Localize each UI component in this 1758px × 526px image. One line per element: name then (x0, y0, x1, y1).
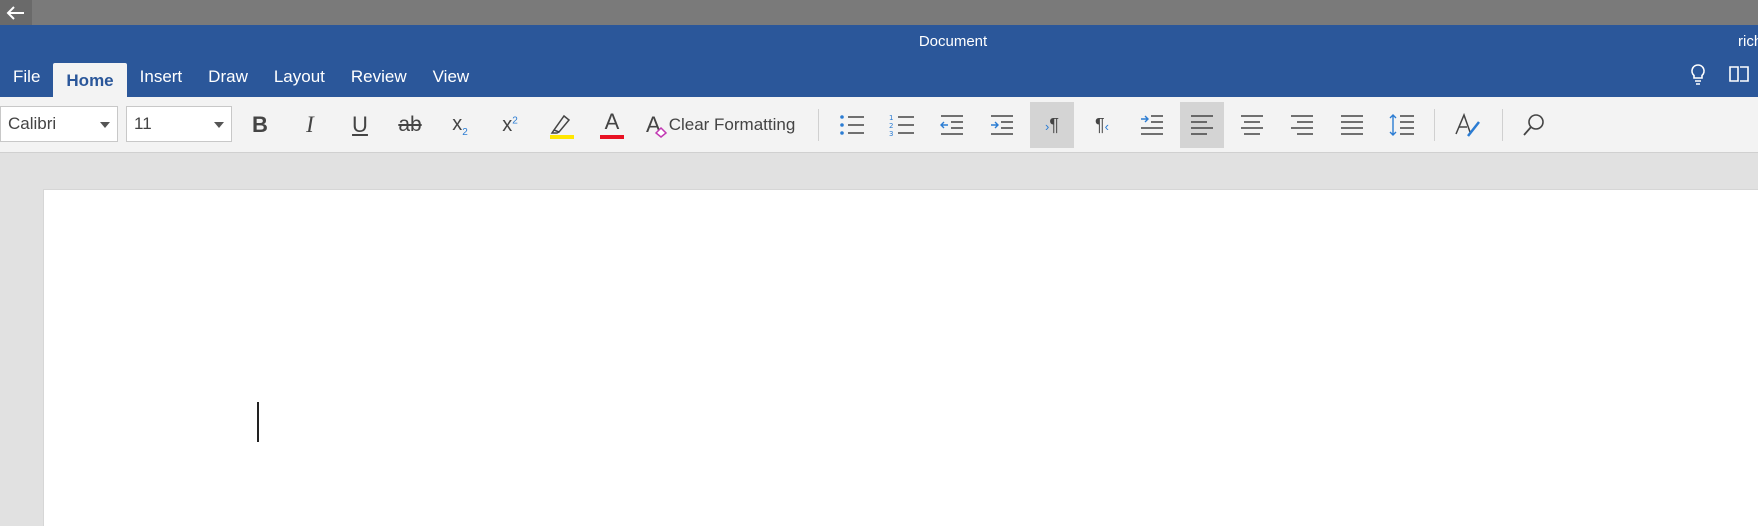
align-right-icon (1291, 115, 1313, 135)
decrease-indent-icon (940, 115, 963, 135)
subscript-mark: 2 (462, 126, 468, 138)
tab-home[interactable]: Home (53, 63, 127, 97)
reading-view-icon[interactable] (1728, 63, 1750, 85)
font-color-letter: A (604, 109, 620, 134)
title-bar: Document rich File Home Insert Draw Layo… (0, 25, 1758, 97)
bullets-icon (840, 115, 864, 135)
font-color-button[interactable]: A (590, 102, 634, 148)
find-button[interactable] (1512, 102, 1556, 148)
align-right-button[interactable] (1280, 102, 1324, 148)
font-size-value: 11 (134, 114, 152, 133)
increase-indent-icon (991, 115, 1013, 135)
tab-draw[interactable]: Draw (195, 57, 261, 97)
strikethrough-icon: ab (398, 113, 422, 136)
document-title: Document (918, 33, 988, 50)
paragraph-indent-icon (1141, 115, 1163, 135)
eraser-icon (654, 126, 668, 138)
right-to-left-button[interactable]: ¶‹ (1080, 102, 1124, 148)
user-name[interactable]: rich (1738, 33, 1758, 50)
clear-formatting-icon: A (646, 112, 668, 138)
svg-text:2: 2 (889, 122, 893, 130)
numbering-button[interactable]: 1 2 3 (880, 102, 924, 148)
back-button[interactable] (0, 0, 32, 25)
paragraph-indent-button[interactable] (1130, 102, 1174, 148)
ribbon-separator (1434, 109, 1435, 141)
ltr-icon: ›¶ (1045, 115, 1059, 136)
subscript-x: x (452, 112, 463, 135)
bold-icon: B (252, 112, 268, 137)
ribbon-tabs: File Home Insert Draw Layout Review View (0, 57, 482, 97)
rtl-icon: ¶‹ (1095, 115, 1109, 136)
font-size-combo[interactable]: 11 (126, 106, 232, 142)
tab-view[interactable]: View (420, 57, 483, 97)
styles-icon (1455, 112, 1480, 137)
font-color-swatch (600, 135, 624, 139)
decrease-indent-button[interactable] (930, 102, 974, 148)
superscript-mark: 2 (512, 114, 518, 126)
chevron-down-icon[interactable] (214, 122, 224, 128)
left-to-right-button[interactable]: ›¶ (1030, 102, 1074, 148)
justify-button[interactable] (1330, 102, 1374, 148)
highlighter-icon (550, 114, 574, 139)
home-ribbon: Calibri 11 B I U ab x2 x2 A A Clear Form… (0, 97, 1758, 153)
italic-icon: I (306, 112, 314, 137)
superscript-icon: x2 (502, 114, 518, 137)
styles-button[interactable] (1446, 102, 1490, 148)
highlight-button[interactable] (540, 102, 584, 148)
back-arrow-icon (6, 5, 24, 20)
strikethrough-button[interactable]: ab (390, 102, 430, 148)
increase-indent-button[interactable] (980, 102, 1024, 148)
document-page[interactable] (43, 189, 1758, 526)
subscript-button[interactable]: x2 (440, 102, 480, 148)
ltr-pilcrow: ¶ (1049, 114, 1059, 135)
numbering-icon: 1 2 3 (889, 114, 914, 136)
font-color-icon: A (600, 111, 624, 139)
rtl-pilcrow: ¶ (1094, 114, 1105, 135)
bullets-button[interactable] (830, 102, 874, 148)
align-left-button[interactable] (1180, 102, 1224, 148)
ribbon-separator (1502, 109, 1503, 141)
tab-review[interactable]: Review (338, 57, 420, 97)
svg-text:1: 1 (889, 114, 893, 122)
lightbulb-icon[interactable] (1688, 63, 1708, 85)
align-left-icon (1191, 115, 1213, 135)
superscript-x: x (502, 113, 513, 136)
line-spacing-icon (1389, 114, 1414, 136)
italic-button[interactable]: I (290, 102, 330, 148)
chevron-down-icon[interactable] (100, 122, 110, 128)
tab-layout[interactable]: Layout (261, 57, 338, 97)
tab-insert[interactable]: Insert (127, 57, 196, 97)
underline-icon: U (352, 112, 368, 137)
search-icon (1523, 114, 1544, 136)
line-spacing-button[interactable] (1380, 102, 1424, 148)
underline-button[interactable]: U (340, 102, 380, 148)
font-name-combo[interactable]: Calibri (0, 106, 118, 142)
system-top-bar (0, 0, 1758, 25)
text-cursor (257, 402, 259, 442)
ribbon-separator (818, 109, 819, 141)
clear-formatting-label: Clear Formatting (668, 115, 796, 134)
clear-formatting-button[interactable]: A Clear Formatting (646, 102, 802, 148)
tab-file[interactable]: File (0, 57, 53, 97)
svg-text:3: 3 (889, 130, 893, 136)
subscript-icon: x2 (452, 113, 468, 138)
title-bar-right-icons (1688, 63, 1750, 85)
bold-button[interactable]: B (240, 102, 280, 148)
rtl-arrow: ‹ (1104, 118, 1109, 134)
align-center-button[interactable] (1230, 102, 1274, 148)
align-center-icon (1241, 115, 1263, 135)
superscript-button[interactable]: x2 (490, 102, 530, 148)
font-name-value: Calibri (8, 114, 57, 133)
justify-icon (1341, 115, 1363, 135)
